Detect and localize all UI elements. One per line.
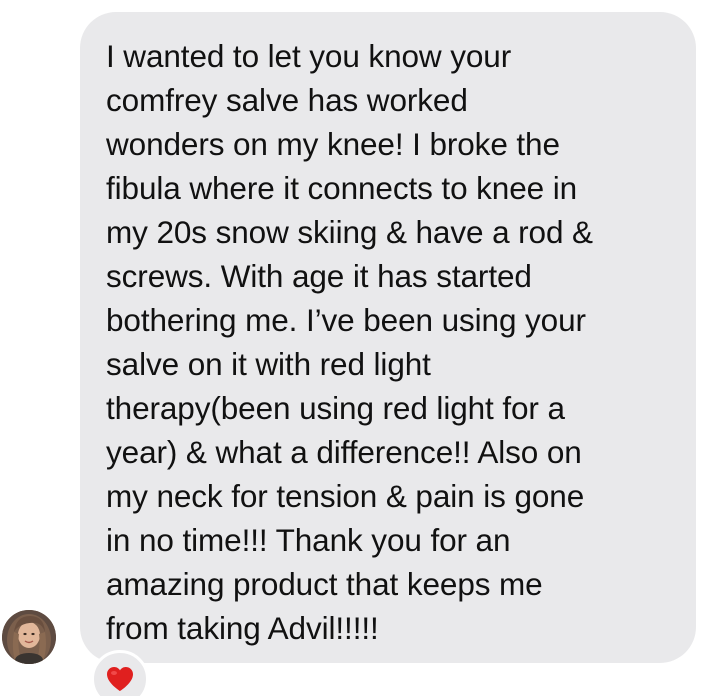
heart-icon [107, 667, 133, 691]
avatar-photo [2, 610, 56, 664]
conversation-view: I wanted to let you know your comfrey sa… [0, 0, 714, 696]
sender-avatar[interactable] [2, 610, 56, 664]
message-text: I wanted to let you know your comfrey sa… [106, 38, 593, 646]
message-bubble[interactable]: I wanted to let you know your comfrey sa… [80, 12, 696, 663]
